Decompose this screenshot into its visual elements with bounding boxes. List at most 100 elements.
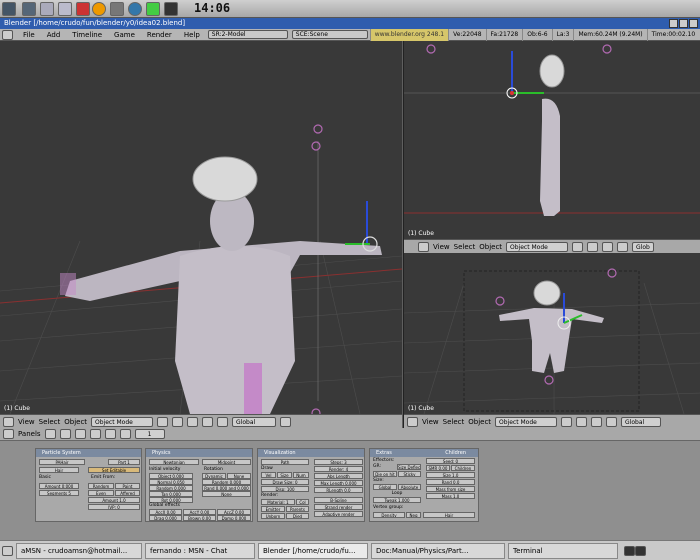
rotate-icon[interactable] (606, 416, 618, 427)
hand-icon[interactable] (591, 416, 603, 427)
menu-object[interactable]: Object (64, 418, 87, 426)
view-type-icon[interactable] (407, 416, 418, 427)
jvp-field[interactable]: JVP: 0 (88, 504, 140, 510)
brown-field[interactable]: Brown 0.00 (183, 515, 216, 521)
abs-length-toggle[interactable]: Abs Length (314, 473, 363, 479)
physics-type-dropdown[interactable]: Newtonian (149, 459, 199, 465)
pivot-icon[interactable] (172, 416, 184, 427)
menu-file[interactable]: File (17, 29, 41, 41)
affered-toggle[interactable]: Affered (115, 490, 140, 496)
extras-tab[interactable]: Extras (376, 449, 392, 457)
editor-type-icon[interactable] (3, 429, 14, 439)
menu-view[interactable]: View (422, 418, 439, 426)
rlength-field[interactable]: RLength 0.0 (314, 487, 363, 493)
menu-game[interactable]: Game (108, 29, 141, 41)
menu-view[interactable]: View (433, 243, 450, 251)
mass-field[interactable]: Mass 1.0 (426, 493, 475, 499)
draw-as-dropdown[interactable]: Path (261, 459, 309, 465)
unborn-toggle[interactable]: Unborn (261, 513, 285, 519)
scale-icon[interactable] (217, 416, 229, 427)
app-menu-icon[interactable] (2, 2, 16, 16)
mass-from-size-toggle[interactable]: Mass from size (426, 486, 475, 492)
monitor-icon[interactable] (22, 2, 36, 16)
render-steps-field[interactable]: Render: 4 (314, 466, 363, 472)
shading-icon[interactable] (561, 416, 573, 427)
shading-context-icon[interactable] (74, 429, 86, 439)
density-dropdown[interactable]: Density (373, 512, 405, 518)
die-on-hit-toggle[interactable]: Die on hit (373, 471, 397, 477)
adaptive-render-toggle[interactable]: Adaptive render (314, 511, 363, 517)
set-editable-button[interactable]: Set Editable (88, 467, 140, 473)
script-icon[interactable] (59, 429, 71, 439)
material-field[interactable]: Material: 1 (261, 499, 295, 505)
strand-render-toggle[interactable]: Strand render (314, 504, 363, 510)
sticky-toggle[interactable]: Sticky (398, 471, 421, 477)
disp-field[interactable]: Disp: 100 (261, 486, 309, 492)
vel-toggle[interactable]: Vel (261, 472, 276, 478)
editor-icon[interactable] (76, 2, 90, 16)
global-toggle[interactable]: Global (373, 484, 397, 490)
menu-add[interactable]: Add (41, 29, 67, 41)
shading-icon[interactable] (157, 416, 169, 427)
frame-field[interactable]: 1 (134, 429, 165, 439)
screen-selector[interactable]: SR:2-Model (207, 30, 288, 39)
shading-icon[interactable] (572, 241, 584, 252)
time-field[interactable]: SMR 0.00 (426, 465, 450, 471)
menu-select[interactable]: Select (454, 243, 476, 251)
part-field[interactable]: Part 1 (108, 459, 140, 465)
seed-field[interactable]: Seed: 0 (426, 458, 475, 464)
menu-select[interactable]: Select (39, 418, 61, 426)
even-toggle[interactable]: Even (88, 490, 114, 496)
menu-object[interactable]: Object (479, 243, 502, 251)
segments-field[interactable]: Segments 5 (39, 490, 79, 496)
scene-selector[interactable]: SCE:Scene (291, 30, 368, 39)
size-value-field[interactable]: Size 1.0 (426, 472, 475, 478)
globe-icon[interactable] (128, 2, 142, 16)
terminal-icon[interactable] (164, 2, 178, 16)
task-blender[interactable]: Blender [/home/crudo/fu... (258, 542, 368, 559)
type-dropdown[interactable]: Hair (39, 467, 79, 473)
died-toggle[interactable]: Died (286, 513, 309, 519)
paint-toggle[interactable]: Paint (115, 483, 140, 489)
character-model-camera[interactable] (499, 280, 604, 373)
viewport-camera[interactable]: (1) Cube View Select Object Object Mode … (403, 253, 700, 428)
workspace-icon[interactable] (624, 545, 635, 556)
mode-dropdown[interactable]: Object Mode (91, 416, 154, 427)
amount-field[interactable]: Amount 0:000 (39, 483, 79, 489)
task-amsn[interactable]: aMSN - crudoamsn@hotmail... (16, 542, 142, 559)
drag-field[interactable]: Drag 0.000 (149, 515, 182, 521)
emitter-toggle[interactable]: Emitter (261, 506, 285, 512)
neg-toggle[interactable]: Neg (406, 512, 421, 518)
viewport-main[interactable]: (1) Cube View Select Object Object Mode … (0, 41, 402, 428)
children-tab[interactable]: Children (445, 449, 466, 457)
layer-icon[interactable] (280, 416, 292, 427)
pivot-icon[interactable] (587, 241, 599, 252)
object-context-icon[interactable] (89, 429, 101, 439)
mail-icon[interactable] (58, 2, 72, 16)
vertex-group-field[interactable]: Hair (423, 512, 475, 518)
children-button[interactable]: Children (451, 465, 475, 471)
editor-type-icon[interactable] (2, 29, 13, 40)
menu-view[interactable]: View (18, 418, 35, 426)
lamp-icon[interactable] (311, 141, 321, 151)
orientation-dropdown[interactable]: Global (621, 416, 662, 427)
lamp-icon[interactable] (313, 124, 323, 134)
system-name-field[interactable]: PAHair (39, 459, 85, 465)
panels-label[interactable]: Panels (18, 430, 41, 438)
size-toggle[interactable]: Size (277, 472, 292, 478)
amount2-field[interactable]: Amount 1.0 (88, 497, 140, 503)
calculator-icon[interactable] (110, 2, 124, 16)
maximize-button[interactable] (679, 19, 688, 28)
mode-dropdown[interactable]: Object Mode (495, 416, 558, 427)
hand-icon[interactable] (602, 241, 614, 252)
menu-help[interactable]: Help (178, 29, 206, 41)
runner-icon[interactable] (146, 2, 160, 16)
menu-timeline[interactable]: Timeline (66, 29, 108, 41)
rand-size-field[interactable]: Rand 0.0 (426, 479, 475, 485)
num-toggle[interactable]: Num (293, 472, 309, 478)
folder-icon[interactable] (40, 2, 54, 16)
workspace-icon[interactable] (635, 545, 646, 556)
parents-toggle[interactable]: Parents (286, 506, 309, 512)
character-model[interactable] (60, 156, 382, 414)
close-button[interactable] (689, 19, 698, 28)
